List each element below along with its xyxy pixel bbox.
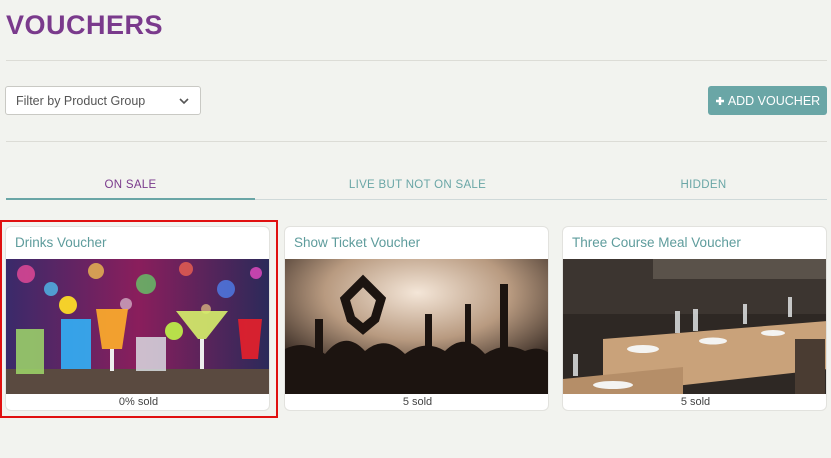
add-voucher-label: ADD VOUCHER (727, 93, 821, 108)
tab-live-but-not-on-sale[interactable]: LIVE BUT NOT ON SALE (255, 168, 580, 201)
active-tab-indicator (6, 198, 255, 200)
voucher-card-three-course-meal[interactable]: Three Course Meal Voucher 5 sold (562, 226, 827, 411)
header-divider (6, 60, 827, 61)
voucher-sold-count: 5 sold (680, 396, 711, 408)
voucher-sold-count: 0% sold (118, 396, 159, 408)
plus-icon (715, 96, 724, 105)
product-group-filter[interactable]: Filter by Product Group (5, 86, 201, 115)
add-voucher-button[interactable]: ADD VOUCHER (708, 86, 827, 115)
voucher-tabs: ON SALE LIVE BUT NOT ON SALE HIDDEN (6, 168, 827, 201)
filter-placeholder: Filter by Product Group (16, 93, 146, 108)
chevron-down-icon (179, 97, 189, 104)
tab-on-sale[interactable]: ON SALE (6, 168, 255, 201)
voucher-name: Three Course Meal Voucher (572, 235, 741, 250)
toolbar-divider (6, 141, 827, 142)
voucher-sold-count: 5 sold (402, 396, 433, 408)
page-title: VOUCHERS (6, 10, 164, 40)
voucher-card-show-ticket[interactable]: Show Ticket Voucher 5 sold (284, 226, 549, 411)
tab-hidden[interactable]: HIDDEN (580, 168, 827, 201)
drinks-cocktails-image (6, 259, 269, 394)
concert-crowd-image (285, 259, 548, 394)
voucher-name: Drinks Voucher (15, 235, 107, 250)
voucher-card-drinks[interactable]: Drinks Voucher 0% sold (5, 226, 270, 411)
restaurant-tables-image (563, 259, 826, 394)
voucher-name: Show Ticket Voucher (294, 235, 421, 250)
